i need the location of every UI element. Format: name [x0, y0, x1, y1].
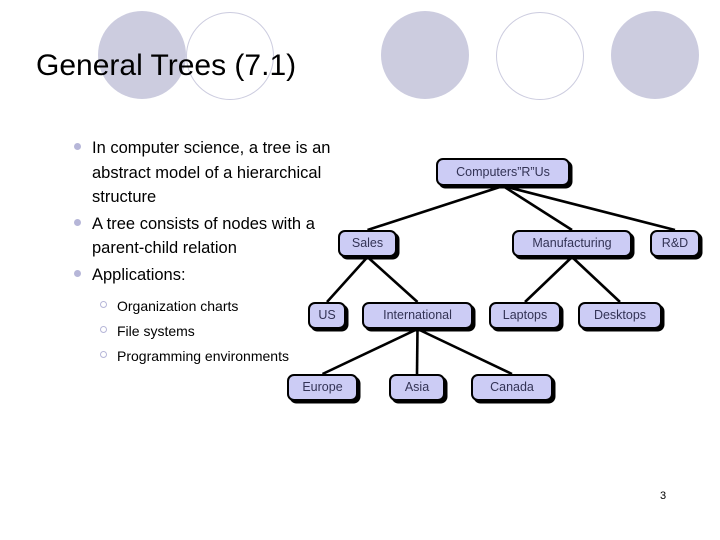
bullet-item: A tree consists of nodes with a parent-c… [74, 212, 334, 261]
sub-bullet-item: Organization charts [100, 295, 334, 318]
tree-node-laptops[interactable]: Laptops [489, 302, 561, 329]
tree-node-sales-label: Sales [351, 236, 384, 251]
sub-bullet-item: File systems [100, 320, 334, 343]
tree-node-canada-label: Canada [490, 380, 534, 395]
tree-node-asia[interactable]: Asia [389, 374, 445, 401]
tree-node-computers-r-us[interactable]: Computers”R”Us [436, 158, 570, 186]
tree-node-canada[interactable]: Canada [471, 374, 553, 401]
tree-edge-root-to-rnd [502, 184, 676, 232]
bullet-list: In computer science, a tree is an abstra… [74, 136, 334, 370]
filled-dot-icon [74, 212, 92, 226]
tree-edge-root-to-manufacturing [502, 184, 573, 232]
filled-dot-icon [74, 263, 92, 277]
hollow-dot-glyph [100, 301, 107, 308]
sub-bullet-text: Organization charts [117, 298, 239, 314]
filled-dot-icon [74, 136, 92, 150]
bullet-item: Applications: [74, 263, 334, 288]
sub-bullet-text: Programming environments [117, 348, 289, 364]
tree-node-rnd[interactable]: R&D [650, 230, 700, 257]
tree-edge-international-to-asia [415, 328, 419, 375]
filled-dot-glyph [74, 218, 81, 226]
hollow-dot-glyph [100, 351, 107, 358]
tree-node-europe-label: Europe [302, 380, 343, 395]
tree-node-sales[interactable]: Sales [338, 230, 397, 257]
deco-circle-5 [611, 11, 699, 99]
sub-bullet-group: Organization charts File systems Programmi… [100, 295, 334, 368]
hollow-dot-icon [100, 345, 117, 358]
page-title: General Trees (7.1) [36, 49, 297, 82]
tree-edge-international-to-europe [321, 327, 419, 376]
bullet-text: A tree consists of nodes with a parent-c… [92, 214, 315, 258]
tree-node-international-label: International [383, 308, 452, 323]
tree-node-manufacturing[interactable]: Manufacturing [512, 230, 632, 257]
tree-edge-international-to-canada [416, 327, 513, 376]
sub-bullet-item: Programming environments [100, 345, 334, 368]
bullet-item: In computer science, a tree is an abstra… [74, 136, 334, 210]
hollow-dot-icon [100, 320, 117, 333]
tree-node-asia-label: Asia [404, 380, 430, 395]
hollow-dot-glyph [100, 326, 107, 333]
deco-circle-3 [381, 11, 469, 99]
main-bullet-group: In computer science, a tree is an abstra… [74, 136, 334, 287]
bullet-text: In computer science, a tree is an abstra… [92, 139, 331, 206]
filled-dot-glyph [74, 143, 81, 150]
bullet-text: Applications: [92, 265, 186, 284]
tree-node-rnd-label: R&D [661, 236, 689, 251]
tree-node-laptops-label: Laptops [502, 308, 548, 323]
tree-node-desktops[interactable]: Desktops [578, 302, 662, 329]
tree-node-europe[interactable]: Europe [287, 374, 358, 401]
filled-dot-glyph [74, 269, 81, 277]
tree-edge-manufacturing-to-desktops [571, 256, 621, 303]
sub-bullet-text: File systems [117, 323, 195, 339]
tree-node-international[interactable]: International [362, 302, 473, 329]
page-number: 3 [660, 490, 667, 502]
tree-edge-root-to-sales [367, 184, 504, 232]
tree-edge-manufacturing-to-laptops [524, 256, 573, 303]
tree-node-computers-r-us-label: Computers”R”Us [456, 164, 550, 179]
deco-circle-4 [496, 12, 584, 100]
tree-node-manufacturing-label: Manufacturing [532, 236, 612, 251]
tree-node-desktops-label: Desktops [593, 308, 647, 323]
hollow-dot-icon [100, 295, 117, 308]
tree-edge-sales-to-international [366, 256, 419, 303]
